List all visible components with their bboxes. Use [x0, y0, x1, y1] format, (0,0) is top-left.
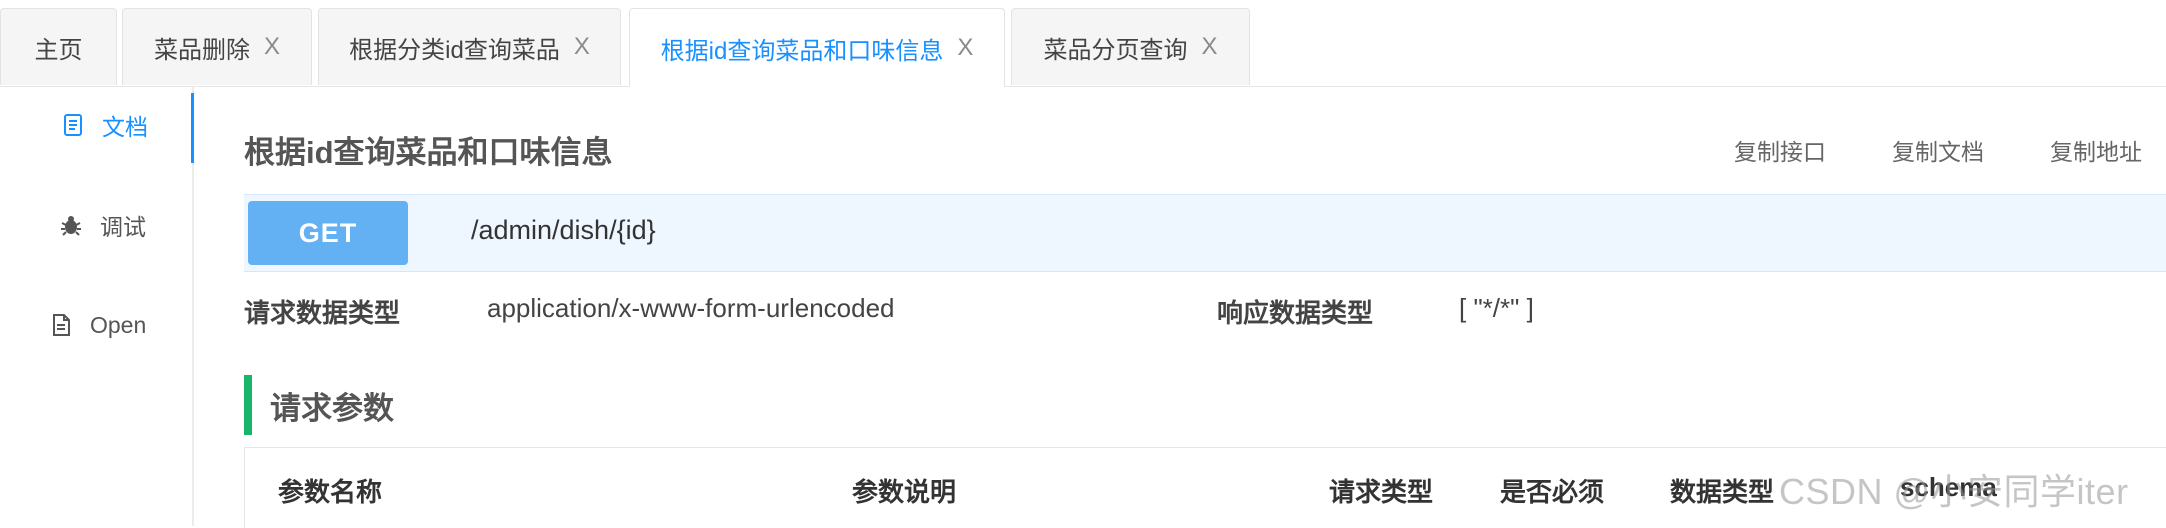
close-icon[interactable]: X	[957, 36, 973, 60]
tab-dish-page-query[interactable]: 菜品分页查询 X	[1011, 8, 1250, 85]
nav-item-open[interactable]: Open	[0, 293, 192, 357]
tab-bar: 主页 菜品删除 X 根据分类id查询菜品 X 根据id查询菜品和口味信息 X 菜…	[0, 0, 2166, 87]
bug-icon	[58, 212, 84, 238]
nav-label: Open	[90, 311, 147, 338]
file-icon	[48, 312, 74, 338]
tab-label: 主页	[34, 36, 83, 64]
col-param-name: 参数名称	[278, 477, 383, 507]
response-type-value: [ "*/*" ]	[1459, 293, 1534, 323]
page-title: 根据id查询菜品和口味信息	[244, 135, 613, 170]
tab-label: 菜品分页查询	[1043, 36, 1188, 64]
close-icon[interactable]: X	[1201, 35, 1217, 59]
close-icon[interactable]: X	[574, 35, 590, 59]
watermark: CSDN @小安同学iter	[1779, 471, 2129, 512]
main-content: 根据id查询菜品和口味信息 复制接口 复制文档 复制地址 GET /admin/…	[244, 87, 2166, 528]
document-icon	[60, 112, 86, 138]
col-request-type: 请求类型	[1329, 477, 1434, 507]
api-path: /admin/dish/{id}	[471, 215, 656, 245]
copy-address-link[interactable]: 复制地址	[2050, 133, 2142, 167]
action-links: 复制接口 复制文档 复制地址	[1734, 133, 2166, 167]
nav-item-debug[interactable]: 调试	[0, 193, 192, 257]
nav-item-doc[interactable]: 文档	[0, 93, 192, 157]
nav-label: 调试	[100, 214, 146, 240]
request-type-label: 请求数据类型	[244, 298, 401, 328]
col-param-desc: 参数说明	[852, 477, 957, 507]
col-data-type: 数据类型	[1670, 477, 1775, 507]
http-method-badge: GET	[248, 201, 408, 265]
response-type-label: 响应数据类型	[1217, 298, 1374, 328]
copy-api-link[interactable]: 复制接口	[1734, 133, 1826, 167]
nav-label: 文档	[102, 114, 148, 140]
section-title: 请求参数	[270, 390, 394, 426]
side-nav: 文档 调试 Open	[0, 87, 194, 526]
col-required: 是否必须	[1500, 477, 1605, 507]
section-request-params: 请求参数	[244, 375, 394, 435]
tab-dish-delete[interactable]: 菜品删除 X	[122, 8, 312, 85]
tab-label: 根据分类id查询菜品	[349, 36, 560, 64]
url-bar: GET /admin/dish/{id}	[244, 194, 2166, 272]
tab-query-by-category[interactable]: 根据分类id查询菜品 X	[318, 8, 621, 85]
request-type-value: application/x-www-form-urlencoded	[487, 293, 895, 323]
section-accent-bar	[244, 375, 252, 435]
tab-query-by-id-with-flavor[interactable]: 根据id查询菜品和口味信息 X	[629, 8, 1005, 87]
close-icon[interactable]: X	[264, 35, 280, 59]
tab-label: 菜品删除	[153, 36, 250, 64]
tab-home[interactable]: 主页	[0, 8, 117, 85]
tab-label: 根据id查询菜品和口味信息	[660, 37, 944, 65]
copy-doc-link[interactable]: 复制文档	[1892, 133, 1984, 167]
